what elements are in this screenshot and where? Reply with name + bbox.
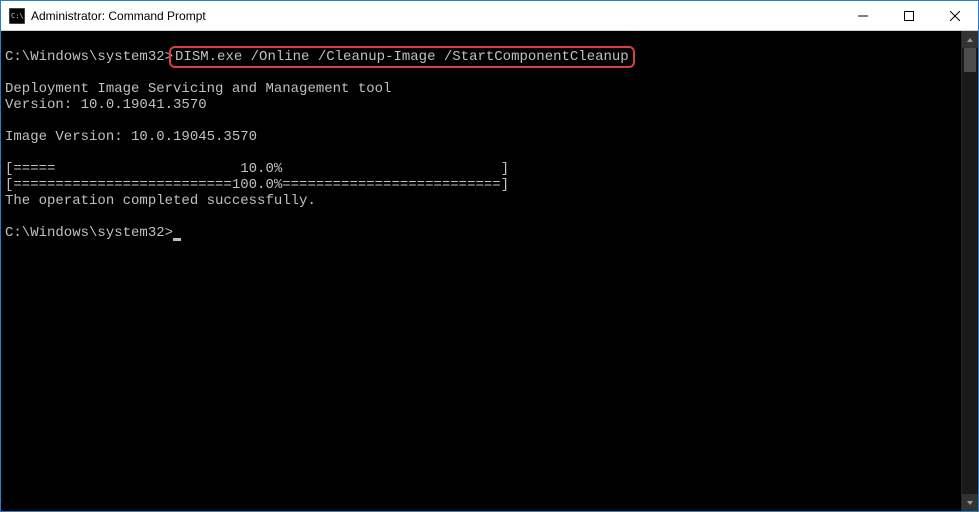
close-button[interactable] — [932, 1, 978, 30]
scroll-track[interactable] — [962, 48, 978, 494]
prompt-prefix: C:\Windows\system32> — [5, 225, 173, 241]
window-title: Administrator: Command Prompt — [31, 9, 840, 23]
prompt-prefix: C:\Windows\system32> — [5, 49, 173, 65]
progress-line-2: [==========================100.0%=======… — [5, 177, 957, 193]
prompt-line-2: C:\Windows\system32> — [5, 225, 957, 241]
blank-line — [5, 113, 957, 129]
blank-line — [5, 145, 957, 161]
command-prompt-window: C:\ Administrator: Command Prompt C:\Win… — [0, 0, 979, 512]
maximize-button[interactable] — [886, 1, 932, 30]
cursor — [173, 238, 181, 241]
svg-text:C:\: C:\ — [11, 12, 24, 20]
command-text: DISM.exe /Online /Cleanup-Image /StartCo… — [175, 49, 629, 65]
minimize-button[interactable] — [840, 1, 886, 30]
vertical-scrollbar[interactable] — [961, 31, 978, 511]
scroll-thumb[interactable] — [964, 48, 976, 72]
scroll-down-button[interactable] — [962, 494, 978, 511]
scroll-up-button[interactable] — [962, 31, 978, 48]
output-line-image-version: Image Version: 10.0.19045.3570 — [5, 129, 957, 145]
cmd-icon: C:\ — [9, 8, 25, 24]
output-line-version: Version: 10.0.19041.3570 — [5, 97, 957, 113]
console-output[interactable]: C:\Windows\system32>DISM.exe /Online /Cl… — [1, 31, 961, 511]
progress-line-1: [===== 10.0% ] — [5, 161, 957, 177]
output-line-complete: The operation completed successfully. — [5, 193, 957, 209]
output-line-tool: Deployment Image Servicing and Managemen… — [5, 81, 957, 97]
console-area: C:\Windows\system32>DISM.exe /Online /Cl… — [1, 31, 978, 511]
titlebar[interactable]: C:\ Administrator: Command Prompt — [1, 1, 978, 31]
window-controls — [840, 1, 978, 30]
prompt-line-1: C:\Windows\system32>DISM.exe /Online /Cl… — [5, 49, 957, 65]
command-highlight: DISM.exe /Online /Cleanup-Image /StartCo… — [169, 46, 635, 68]
blank-line — [5, 209, 957, 225]
